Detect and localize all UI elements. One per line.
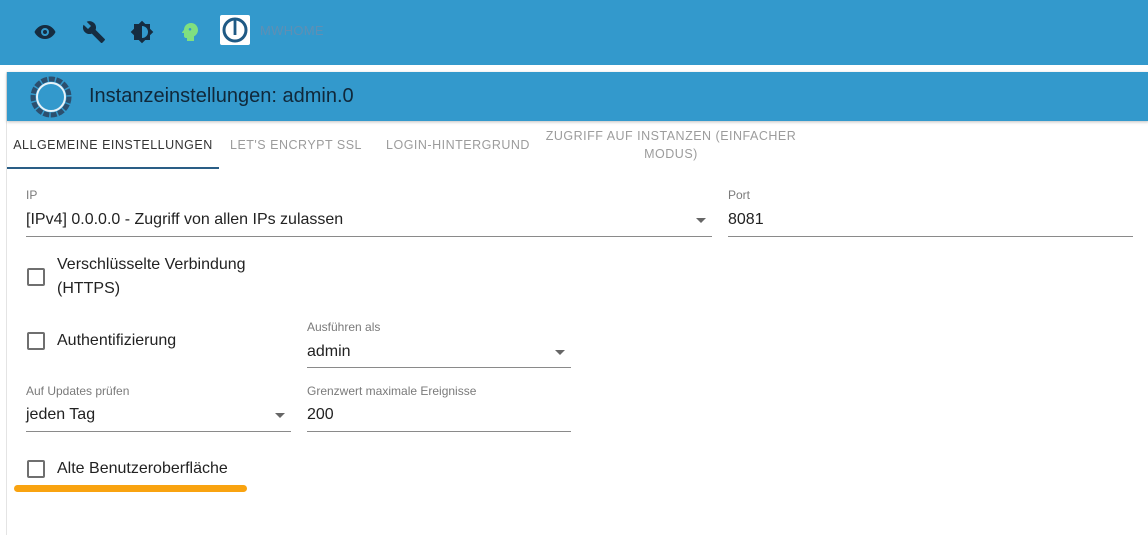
brightness-icon[interactable] — [128, 18, 156, 46]
wrench-icon[interactable] — [80, 18, 108, 46]
authentication-checkbox[interactable] — [27, 332, 45, 350]
tab-general-settings[interactable]: ALLGEMEINE EINSTELLUNGEN — [7, 121, 219, 169]
max-events-underline — [307, 431, 571, 432]
admin-adapter-icon — [29, 75, 73, 119]
tab-label: ALLGEMEINE EINSTELLUNGEN — [13, 138, 213, 152]
run-as-underline — [307, 367, 571, 368]
run-as-value: admin — [307, 343, 351, 360]
max-events-value: 200 — [307, 406, 334, 423]
https-label[interactable]: Verschlüsselte Verbindung (HTTPS) — [57, 253, 277, 301]
port-underline — [728, 236, 1133, 237]
port-value: 8081 — [728, 211, 764, 228]
highlight-underline — [14, 485, 247, 492]
ip-select[interactable]: IP [IPv4] 0.0.0.0 - Zugriff von allen IP… — [26, 188, 712, 238]
dialog-title: Instanzeinstellungen: admin.0 — [89, 85, 354, 107]
port-label: Port — [728, 188, 751, 202]
port-input[interactable]: Port 8081 — [728, 188, 1133, 238]
tab-login-background[interactable]: LOGIN-HINTERGRUND — [373, 121, 543, 169]
ip-label: IP — [26, 188, 38, 202]
chevron-down-icon — [275, 413, 285, 418]
authentication-label[interactable]: Authentifizierung — [57, 329, 176, 353]
run-as-label: Ausführen als — [307, 320, 381, 334]
active-tab-indicator — [7, 167, 219, 169]
settings-tabs: ALLGEMEINE EINSTELLUNGEN LET'S ENCRYPT S… — [7, 121, 1148, 169]
tab-label: ZUGRIFF AUF INSTANZEN (EINFACHER MODUS) — [545, 129, 797, 161]
old-ui-checkbox[interactable] — [27, 460, 45, 478]
iobroker-logo[interactable] — [220, 15, 250, 45]
host-name: MWHOME — [260, 23, 324, 38]
dialog-header: Instanzeinstellungen: admin.0 — [7, 72, 1148, 121]
chevron-down-icon — [696, 218, 706, 223]
run-as-select[interactable]: Ausführen als admin — [307, 320, 571, 370]
update-check-underline — [26, 431, 291, 432]
tab-lets-encrypt[interactable]: LET'S ENCRYPT SSL — [219, 121, 373, 169]
https-checkbox[interactable] — [27, 268, 45, 286]
max-events-input[interactable]: Grenzwert maximale Ereignisse 200 — [307, 384, 571, 434]
tab-label: LET'S ENCRYPT SSL — [230, 138, 362, 152]
tab-instance-access[interactable]: ZUGRIFF AUF INSTANZEN (EINFACHER MODUS) — [543, 121, 799, 169]
head-icon[interactable] — [176, 18, 204, 46]
tab-label: LOGIN-HINTERGRUND — [386, 138, 530, 152]
update-check-value: jeden Tag — [26, 406, 96, 423]
ip-underline — [26, 236, 712, 237]
update-check-select[interactable]: Auf Updates prüfen jeden Tag — [26, 384, 291, 434]
update-check-label: Auf Updates prüfen — [26, 384, 130, 398]
eye-icon[interactable] — [31, 18, 59, 46]
chevron-down-icon — [555, 350, 565, 355]
old-ui-label[interactable]: Alte Benutzeroberfläche — [57, 457, 228, 481]
ip-value: [IPv4] 0.0.0.0 - Zugriff von allen IPs z… — [26, 211, 344, 228]
max-events-label: Grenzwert maximale Ereignisse — [307, 384, 477, 398]
top-app-bar: MWHOME — [0, 0, 1148, 65]
